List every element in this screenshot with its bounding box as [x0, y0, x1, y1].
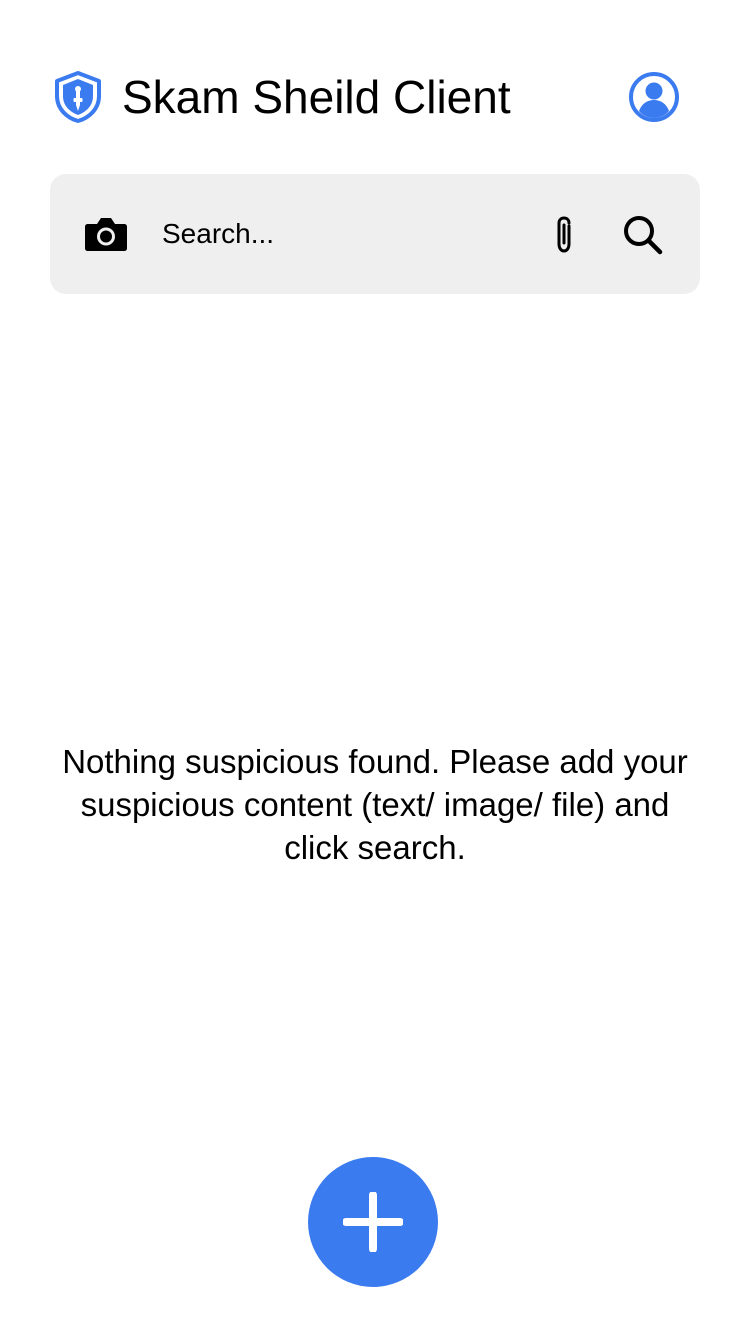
- app-title: Skam Sheild Client: [122, 71, 511, 123]
- app-screen: Skam Sheild Client Search... Nothing sus…: [0, 0, 750, 1334]
- header: Skam Sheild Client: [50, 66, 700, 128]
- user-circle-icon[interactable]: [628, 71, 680, 123]
- camera-icon[interactable]: [84, 214, 128, 254]
- search-icon[interactable]: [622, 214, 664, 256]
- search-input[interactable]: [152, 212, 542, 256]
- shield-icon: [52, 70, 104, 124]
- plus-icon: [343, 1192, 403, 1252]
- empty-state-message: Nothing suspicious found. Please add you…: [62, 743, 688, 866]
- paperclip-icon[interactable]: [548, 214, 580, 256]
- search-bar: [50, 174, 700, 294]
- add-button[interactable]: [308, 1157, 438, 1287]
